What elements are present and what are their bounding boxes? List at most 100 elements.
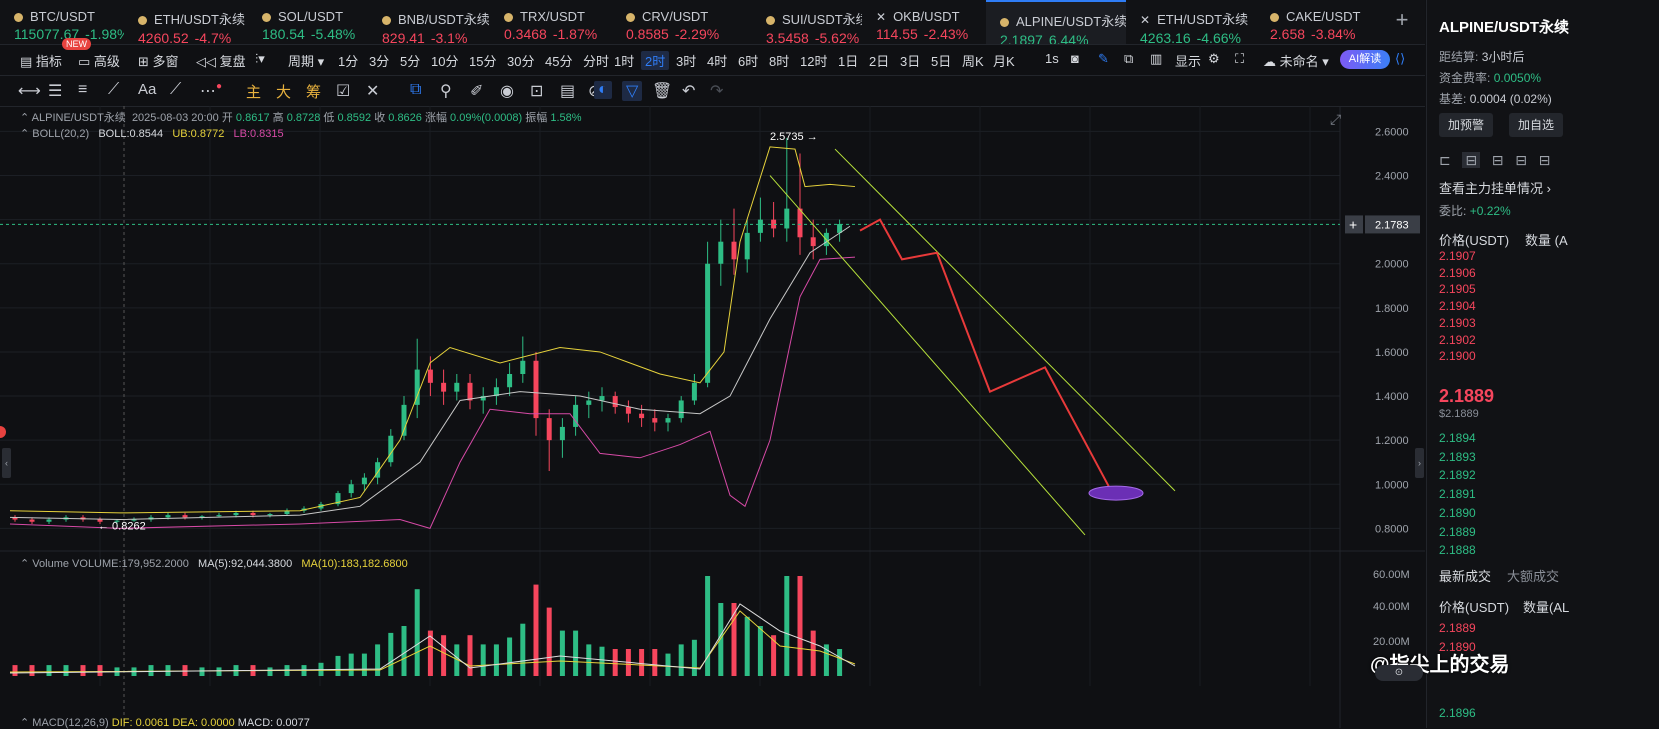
interval-1[interactable]: 3分 [369, 51, 389, 70]
display-button[interactable]: 显示 [1175, 51, 1201, 70]
ask-row[interactable]: 2.1905 [1439, 282, 1476, 296]
bid-row[interactable]: 2.1893 [1439, 450, 1476, 464]
more-icon[interactable]: ⋯● [200, 81, 222, 101]
ticker-tab[interactable]: ALPINE/USDT永续 2.1897 6.44% [986, 0, 1126, 44]
interval-7[interactable]: 分时 [583, 51, 609, 70]
chart-type-icon[interactable]: ⫶▾ [255, 51, 265, 67]
add-watchlist-button[interactable]: 加自选 [1509, 113, 1564, 137]
ask-row[interactable]: 2.1906 [1439, 266, 1476, 280]
multi-window-button[interactable]: ⊞ 多窗 [138, 51, 179, 70]
eye-icon[interactable]: ⌃ [20, 128, 32, 140]
right-panel-handle[interactable]: › [1415, 448, 1424, 478]
ask-row[interactable]: 2.1903 [1439, 316, 1476, 330]
interval-5[interactable]: 30分 [507, 51, 534, 70]
eye-icon[interactable]: ◉ [500, 81, 514, 101]
interval-11[interactable]: 4时 [707, 51, 727, 70]
note-icon[interactable]: ▤ [560, 81, 575, 101]
speed-button[interactable]: 1s [1045, 51, 1059, 66]
replay-button[interactable]: ◁◁ 复盘 [196, 51, 246, 70]
expand-icon[interactable]: ⤢ [1330, 112, 1341, 128]
ticker-tab[interactable]: CRV/USDT 0.8585 -2.29% [612, 0, 752, 44]
camera-icon[interactable]: ◙ [1071, 51, 1079, 66]
layout-icon[interactable]: ▥ [1150, 51, 1162, 67]
trend-line-icon[interactable]: ⟋ [108, 81, 119, 99]
ask-row[interactable]: 2.1900 [1439, 349, 1476, 363]
interval-2[interactable]: 5分 [400, 51, 420, 70]
bid-row[interactable]: 2.1892 [1439, 468, 1476, 482]
interval-17[interactable]: 3日 [900, 51, 920, 70]
share-icon[interactable]: ⟨⟩ [1395, 51, 1405, 67]
pen-icon[interactable]: ✎ [1098, 51, 1109, 67]
copy-icon[interactable]: ⧉ [410, 81, 421, 99]
interval-16[interactable]: 2日 [869, 51, 889, 70]
ticker-tab[interactable]: BTC/USDT115077.67-1.98% [0, 0, 124, 44]
ticker-tab[interactable]: TRX/USDT 0.3468 -1.87% [490, 0, 612, 44]
bid-row[interactable]: 2.1891 [1439, 487, 1476, 501]
interval-18[interactable]: 5日 [931, 51, 951, 70]
ask-row[interactable]: 2.1902 [1439, 333, 1476, 347]
undo-icon[interactable]: ↶ [682, 81, 695, 101]
advanced-button[interactable]: ▭ 高级 [78, 51, 120, 70]
settings-icon[interactable]: ⚙ [1208, 51, 1220, 67]
ticker-tab[interactable]: SUI/USDT永续 3.5458 -5.62% [752, 0, 862, 44]
tab-big-trades[interactable]: 大额成交 [1507, 566, 1559, 585]
period-button[interactable]: 周期 ▾ [288, 51, 324, 70]
parallel-lines-icon[interactable]: ☰ [48, 81, 62, 101]
ticker-tab[interactable]: SOL/USDT 180.54 -5.48% [248, 0, 368, 44]
cloud-template-button[interactable]: ☁ 未命名 ▾ [1263, 51, 1329, 70]
interval-4[interactable]: 15分 [469, 51, 496, 70]
interval-8[interactable]: 1时 [614, 51, 634, 70]
active-magnet-icon[interactable]: ◐ [594, 81, 612, 99]
ai-analysis-button[interactable]: AI解读 [1340, 50, 1390, 69]
redo-icon[interactable]: ↷ [710, 81, 723, 101]
interval-9[interactable]: 2时 [641, 51, 670, 70]
ticker-tab[interactable]: ✕ OKB/USDT 114.55 -2.43% [862, 0, 986, 44]
chips-button[interactable]: 筹 [306, 81, 321, 102]
fullscreen-icon[interactable]: ⛶ [1235, 51, 1244, 67]
ticker-tab[interactable]: ✕ ETH/USDT永续 4263.16 -4.66% [1126, 0, 1256, 44]
eye-icon[interactable]: ⌃ [20, 717, 32, 729]
orderbook-mode-icons[interactable]: ⊏ ⊟ ⊟ ⊟ ⊟ [1439, 152, 1550, 169]
ask-row[interactable]: 2.1904 [1439, 299, 1476, 313]
window-icon[interactable]: ⧉ [1124, 51, 1133, 67]
erase-icon[interactable]: ✕ [366, 81, 379, 101]
left-panel-handle[interactable]: ‹ [2, 448, 11, 478]
indicators-button[interactable]: ▤ 指标 [20, 51, 62, 70]
horizontal-line-icon[interactable]: ⟷ [18, 81, 41, 101]
ticker-tab[interactable]: ETH/USDT永续 4260.52 -4.7% [124, 0, 248, 44]
interval-12[interactable]: 6时 [738, 51, 758, 70]
tab-latest-trades[interactable]: 最新成交 [1439, 566, 1491, 585]
interval-20[interactable]: 月K [993, 51, 1015, 70]
bid-row[interactable]: 2.1888 [1439, 543, 1476, 557]
text-tool[interactable]: Aa [138, 81, 156, 98]
depth-link[interactable]: 查看主力挂单情况 › [1439, 178, 1551, 197]
bid-row[interactable]: 2.1894 [1439, 431, 1476, 445]
ray-icon[interactable]: ⟋ [170, 81, 181, 99]
ticker-tab[interactable]: BNB/USDT永续 829.41 -3.1% [368, 0, 490, 44]
add-tab-button[interactable]: + [1392, 9, 1412, 31]
filter-icon[interactable]: ▽ [622, 81, 643, 101]
plus-icon[interactable]: + [1349, 216, 1357, 232]
ask-row[interactable]: 2.1907 [1439, 249, 1476, 263]
brush-icon[interactable]: ✐ [470, 81, 483, 101]
interval-19[interactable]: 周K [962, 51, 984, 70]
magnet-check-icon[interactable]: ☑ [336, 81, 350, 101]
ruler-icon[interactable]: ⚲ [440, 81, 452, 101]
interval-14[interactable]: 12时 [800, 51, 827, 70]
bid-row[interactable]: 2.1889 [1439, 525, 1476, 539]
add-alert-button[interactable]: 加预警 [1439, 113, 1494, 137]
price-chart[interactable]: 2.60002.40002.20002.00001.80001.60001.40… [0, 106, 1425, 728]
interval-3[interactable]: 10分 [431, 51, 458, 70]
interval-13[interactable]: 8时 [769, 51, 789, 70]
lock-icon[interactable]: ⊡ [530, 81, 543, 101]
interval-15[interactable]: 1日 [838, 51, 858, 70]
interval-0[interactable]: 1分 [338, 51, 358, 70]
bid-row[interactable]: 2.1890 [1439, 506, 1476, 520]
eye-icon[interactable]: ⌃ [20, 558, 32, 570]
interval-10[interactable]: 3时 [676, 51, 696, 70]
collapse-icon[interactable]: ⌃ [20, 112, 32, 124]
channel-icon[interactable]: ≡ [78, 81, 87, 99]
interval-6[interactable]: 45分 [545, 51, 572, 70]
ticker-tab[interactable]: CAKE/USDT 2.658 -3.84% [1256, 0, 1386, 44]
trash-icon[interactable]: 🗑 [652, 81, 672, 101]
